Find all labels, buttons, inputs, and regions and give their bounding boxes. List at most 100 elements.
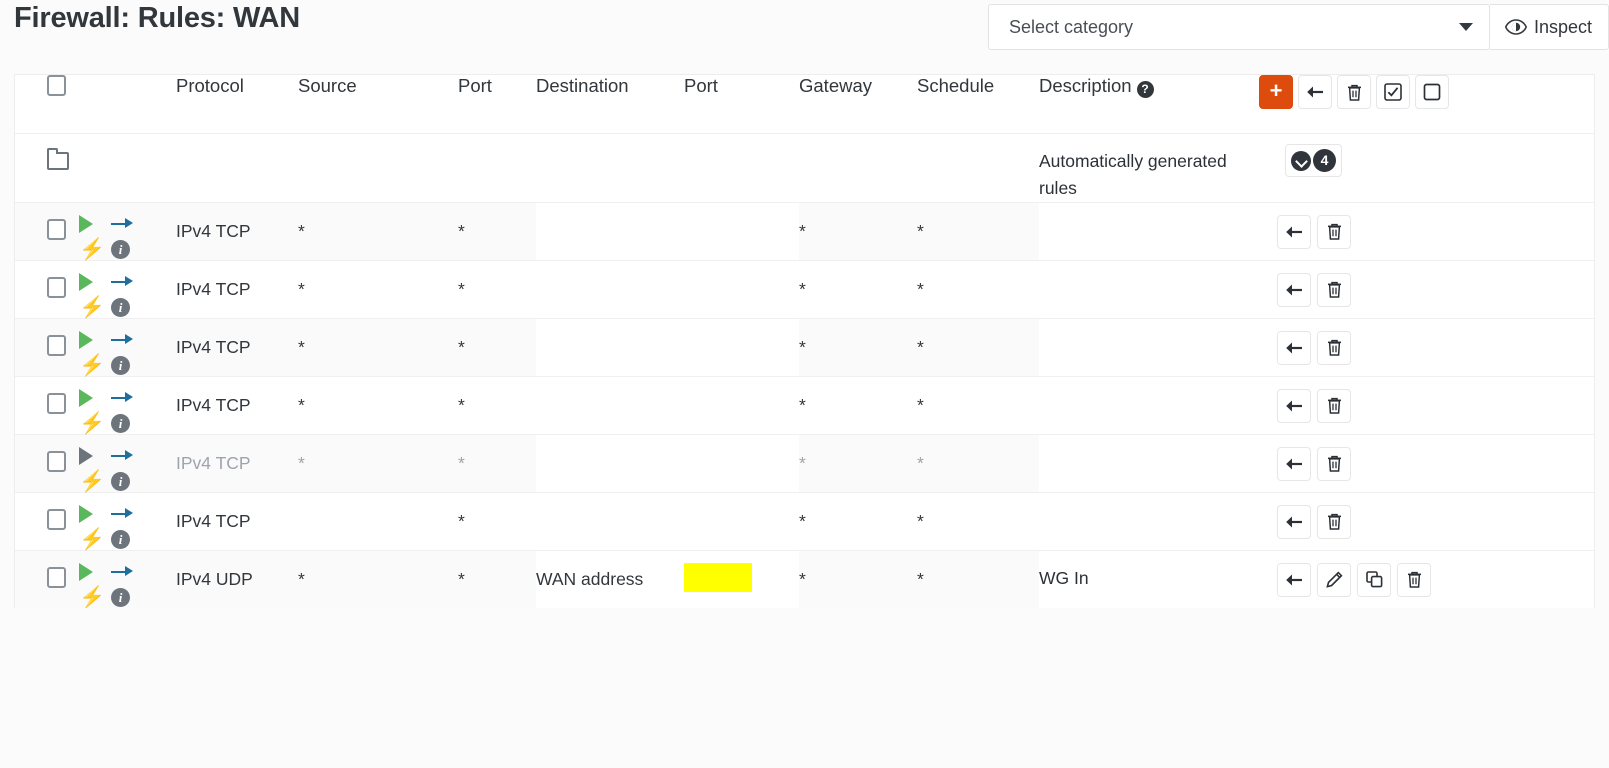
folder-gateway-cell [799,133,917,203]
rule-disabled-icon[interactable] [79,446,93,465]
row-destination [536,493,684,507]
delete-rule-button[interactable] [1317,504,1351,539]
row-source-cell: * [298,317,458,377]
select-all-rules-button[interactable] [1376,75,1410,109]
row-description-cell [1039,317,1251,377]
info-icon[interactable]: i [111,413,130,433]
row-status-icons-cell: ⚡ i [79,317,176,377]
row-checkbox[interactable] [47,566,66,588]
arrow-left-icon [1286,226,1302,238]
select-all-checkbox[interactable] [47,75,66,96]
row-checkbox[interactable] [47,392,66,414]
advanced-options-icon: ⚡ [79,237,106,261]
rule-pass-icon[interactable] [79,388,93,407]
info-icon[interactable]: i [111,239,130,259]
row-description-cell [1039,433,1251,493]
copy-rule-button[interactable] [1357,562,1391,597]
advanced-options-icon: ⚡ [79,411,106,435]
info-icon[interactable]: i [111,587,130,607]
advanced-options-icon: ⚡ [79,469,106,493]
category-select-value: Select category [1008,16,1134,37]
delete-rule-button[interactable] [1317,272,1351,307]
row-status-icons-cell: ⚡ i [79,433,176,493]
row-destination [536,435,684,449]
row-checkbox[interactable] [47,276,66,298]
folder-protocol-cell [176,133,298,203]
row-gateway-cell: * [799,259,917,319]
move-rule-button[interactable] [1277,388,1311,423]
row-gateway-cell: * [799,491,917,551]
row-checkbox[interactable] [47,218,66,240]
row-schedule-cell: * [917,375,1039,435]
page-header: Firewall: Rules: WAN Select category Ins… [0,0,1609,57]
rule-pass-icon[interactable] [79,330,93,349]
move-rule-button[interactable] [1277,562,1311,597]
rule-pass-icon[interactable] [79,214,93,233]
table-body: Automatically generated rules 4 ⚡ i IPv4 T… [15,133,1594,608]
row-description [1039,493,1251,507]
folder-destination-cell [536,133,684,203]
info-icon[interactable]: i [111,355,130,375]
inspect-button-label: Inspect [1533,16,1592,37]
expand-group-button[interactable]: 4 [1285,144,1342,177]
row-source: * [298,220,305,241]
row-description-cell [1039,375,1251,435]
edit-rule-button[interactable] [1317,562,1351,597]
move-rule-button[interactable] [1277,214,1311,249]
category-select[interactable]: Select category [987,4,1490,50]
column-header-schedule: Schedule [917,75,995,96]
row-checkbox[interactable] [47,450,66,472]
move-rules-button[interactable] [1298,75,1332,109]
rule-pass-icon[interactable] [79,562,93,581]
rule-pass-icon[interactable] [79,272,93,291]
row-source: * [298,278,305,299]
add-rule-button[interactable]: + [1259,75,1293,109]
row-checkbox[interactable] [47,508,66,530]
info-icon[interactable]: i [111,297,130,317]
row-description [1039,319,1251,333]
delete-rule-button[interactable] [1317,214,1351,249]
trash-icon [1347,84,1361,101]
delete-rules-button[interactable] [1337,75,1371,109]
arrow-left-icon [1286,400,1302,412]
delete-rule-button[interactable] [1317,446,1351,481]
row-description-cell [1039,201,1251,261]
row-checkbox[interactable] [47,334,66,356]
direction-in-icon [111,275,133,289]
row-destination-port [684,319,799,333]
row-protocol-cell: IPv4 TCP [176,317,298,377]
row-gateway: * [799,220,806,241]
delete-rule-button[interactable] [1317,388,1351,423]
row-destination-port-cell [684,433,799,493]
row-source: * [298,568,305,589]
row-gateway: * [799,568,806,589]
delete-rule-button[interactable] [1317,330,1351,365]
table-row: ⚡ i IPv4 TCP * * * * [15,375,1594,435]
row-schedule: * [917,220,924,241]
delete-rule-button[interactable] [1397,562,1431,597]
auto-rules-folder-row[interactable]: Automatically generated rules 4 [15,133,1594,203]
deselect-all-rules-button[interactable] [1415,75,1449,109]
row-schedule-cell: * [917,317,1039,377]
row-checkbox-cell [15,317,79,377]
row-source [298,493,458,507]
move-rule-button[interactable] [1277,272,1311,307]
help-icon[interactable]: ? [1136,81,1154,98]
move-rule-button[interactable] [1277,446,1311,481]
move-rule-button[interactable] [1277,504,1311,539]
row-destination-cell: WAN address [536,549,684,608]
move-rule-button[interactable] [1277,330,1311,365]
row-destination-cell [536,259,684,319]
row-source-port: * [458,278,465,299]
info-icon[interactable]: i [111,529,130,549]
info-icon[interactable]: i [111,471,130,491]
row-source: * [298,452,305,473]
rule-pass-icon[interactable] [79,504,93,523]
row-protocol-cell: IPv4 TCP [176,375,298,435]
row-schedule-cell: * [917,201,1039,261]
inspect-button[interactable]: Inspect [1489,4,1609,50]
row-description [1039,377,1251,391]
folder-icon-cell [15,133,79,203]
table-row: ⚡ i IPv4 TCP * * * * [15,201,1594,261]
row-source-port: * [458,568,465,589]
